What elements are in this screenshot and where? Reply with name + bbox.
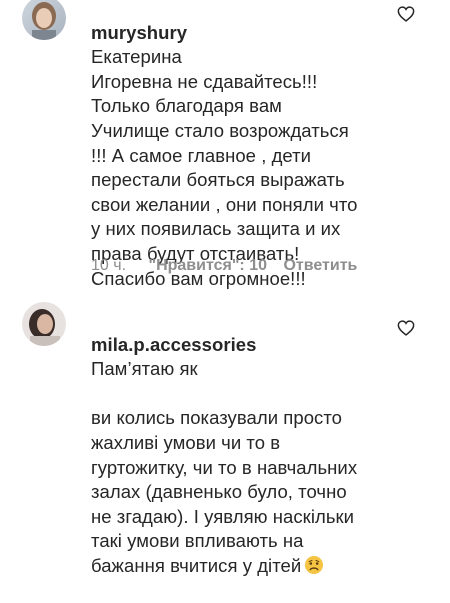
- comment-text-first-line: Пам’ятаю як: [91, 358, 198, 380]
- avatar-photo: [22, 0, 66, 40]
- comment-text-body: ви колись показували просто жахливі умов…: [91, 382, 411, 579]
- heart-outline-icon[interactable]: [397, 6, 415, 22]
- comment-time: 10 ч.: [91, 257, 127, 274]
- heart-outline-icon[interactable]: [397, 320, 415, 336]
- avatar[interactable]: [22, 302, 66, 346]
- comment-text-rest: ви колись показували просто жахливі умов…: [91, 407, 358, 576]
- comment-username[interactable]: mila.p.accessories: [91, 334, 256, 355]
- avatar[interactable]: [22, 0, 66, 40]
- comment-meta: 10 ч. "Нравится": 10 Ответить: [91, 257, 369, 275]
- sad-face-emoji: [305, 555, 324, 574]
- comment-item: mila.p.accessories Пам’ятаю як ви колись…: [0, 300, 450, 576]
- reply-button[interactable]: Ответить: [283, 257, 357, 274]
- comment-item: muryshury Екатерина Игоревна не сдавайте…: [0, 0, 450, 290]
- comment-username[interactable]: muryshury: [91, 22, 187, 43]
- comment-text-first-line: Екатерина: [91, 46, 182, 68]
- avatar-photo: [22, 302, 66, 346]
- comment-text: mila.p.accessories Пам’ятаю як ви колись…: [91, 308, 411, 603]
- comment-likes[interactable]: "Нравится": 10: [148, 257, 267, 274]
